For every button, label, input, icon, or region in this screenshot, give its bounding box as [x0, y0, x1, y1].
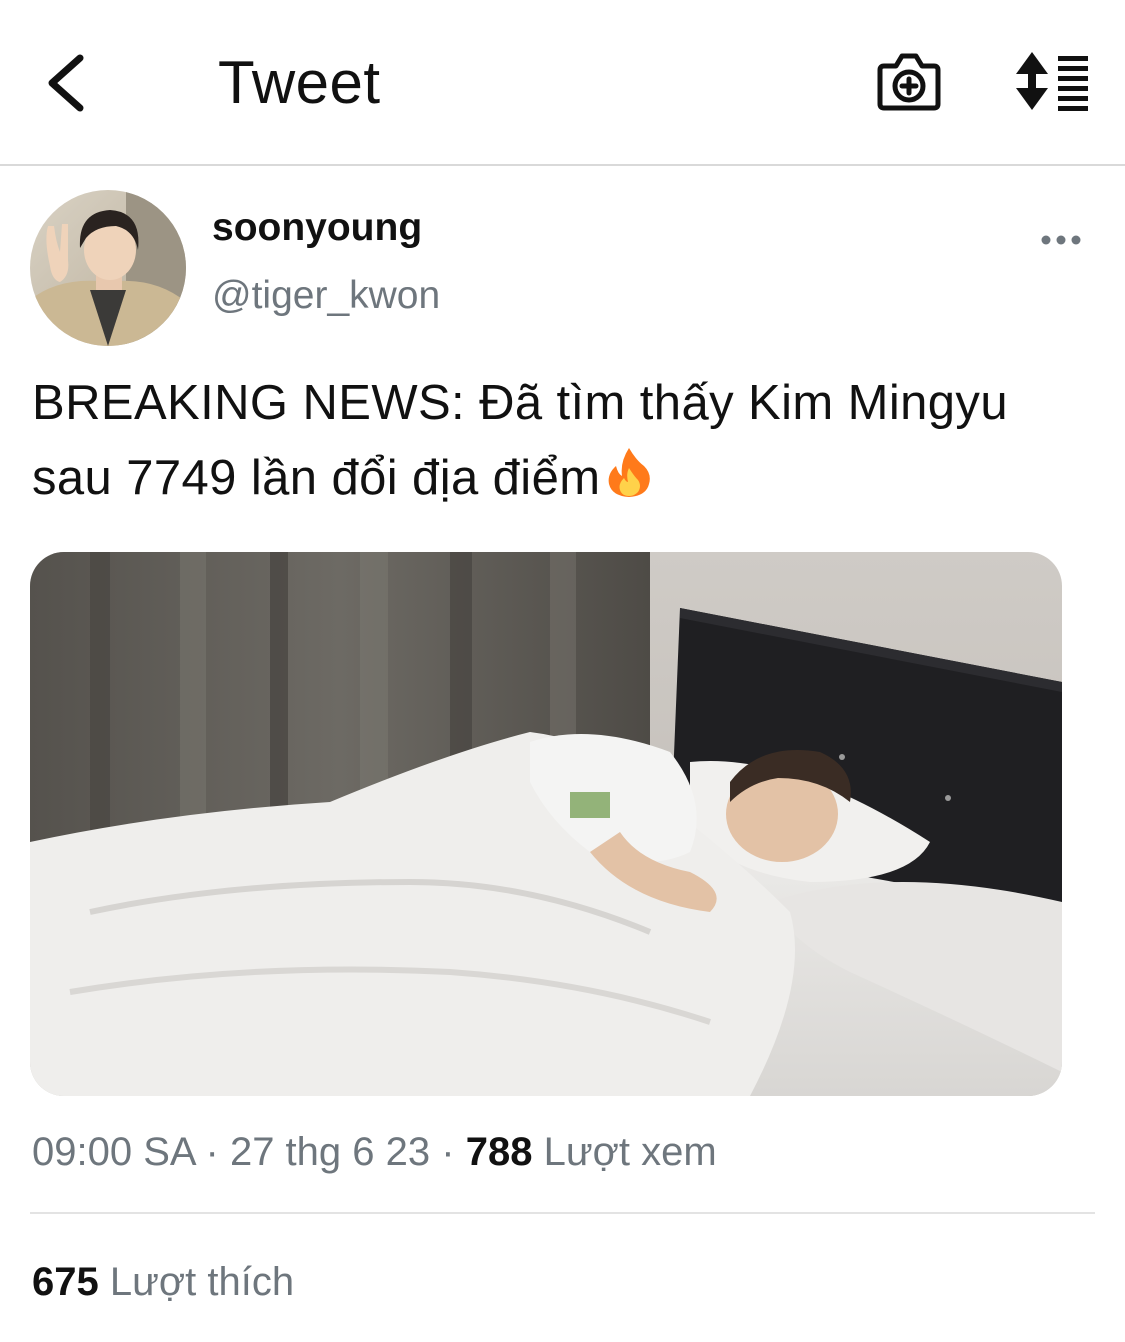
chevron-left-icon [48, 54, 84, 112]
sort-button[interactable] [1012, 50, 1092, 112]
camera-plus-icon [877, 53, 941, 111]
views-label: Lượt xem [543, 1130, 717, 1174]
author-display-name[interactable]: soonyoung [212, 204, 422, 252]
tweet-time: 09:00 SA [32, 1130, 195, 1174]
more-options-button[interactable] [1036, 222, 1086, 258]
divider [30, 1212, 1095, 1214]
tweet-date: 27 thg 6 23 [229, 1130, 431, 1174]
tweet-photo-image [30, 552, 1062, 1096]
avatar-image [30, 190, 186, 346]
fire-icon [606, 445, 652, 497]
meta-separator: · [205, 1130, 219, 1174]
likes-label: Lượt thích [109, 1260, 295, 1304]
tweet-text-line-2: sau 7749 lần đổi địa điểm [32, 441, 1117, 516]
views-count: 788 [465, 1130, 533, 1174]
likes-link[interactable]: 675 Lượt thích [32, 1254, 294, 1310]
tweet-photo[interactable] [30, 552, 1062, 1096]
tweet-text: BREAKING NEWS: Đã tìm thấy Kim Mingyu sa… [32, 366, 1117, 516]
meta-separator: · [441, 1130, 455, 1174]
likes-count: 675 [32, 1260, 99, 1304]
page-title: Tweet [218, 49, 381, 116]
avatar[interactable] [30, 190, 186, 346]
top-bar: Tweet [0, 0, 1125, 166]
tweet-text-line-2-text: sau 7749 lần đổi địa điểm [32, 451, 601, 505]
camera-button[interactable] [876, 50, 942, 114]
back-button[interactable] [40, 48, 100, 118]
tweet-text-line-1: BREAKING NEWS: Đã tìm thấy Kim Mingyu [32, 376, 1008, 430]
sort-list-icon [1016, 52, 1088, 111]
more-horizontal-icon [1041, 235, 1081, 245]
tweet-meta: 09:00 SA · 27 thg 6 23 · 788 Lượt xem [32, 1124, 717, 1180]
author-handle[interactable]: @tiger_kwon [212, 272, 440, 320]
